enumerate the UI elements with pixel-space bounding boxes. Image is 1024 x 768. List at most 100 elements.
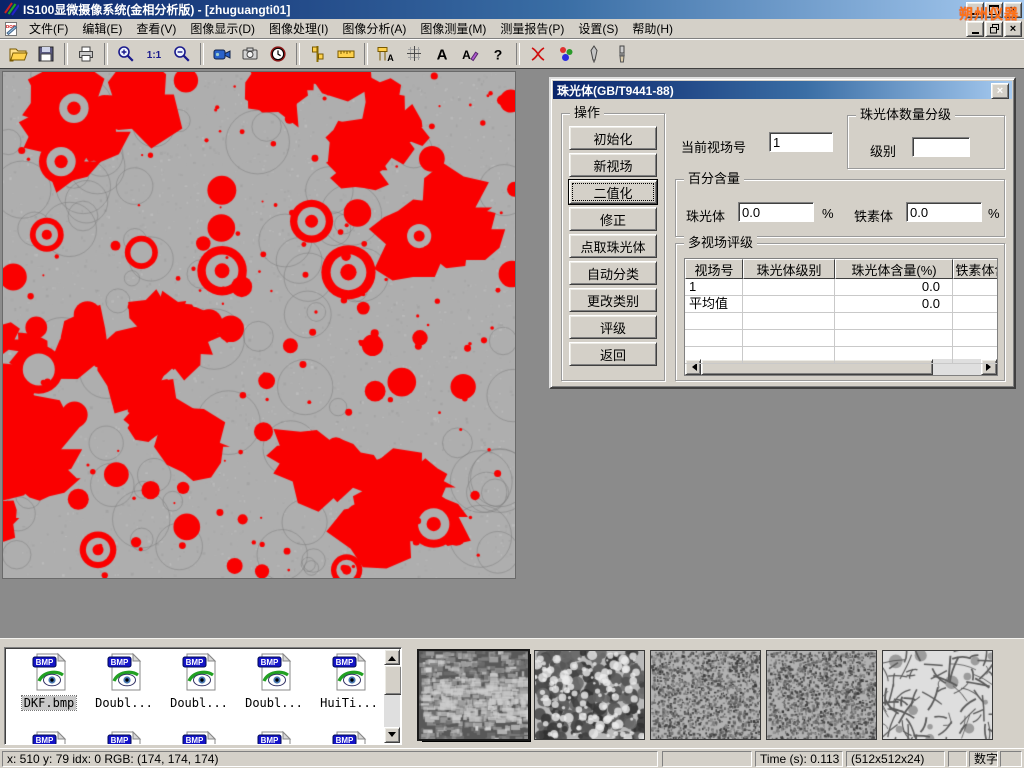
mdi-minimize-icon[interactable] xyxy=(966,21,984,37)
close-icon[interactable]: × xyxy=(1004,2,1022,18)
grid-icon xyxy=(404,44,424,64)
print-button[interactable] xyxy=(72,41,100,67)
file-item-1[interactable]: BMPDoubl... xyxy=(88,652,160,710)
file-item-partial[interactable]: BMP xyxy=(313,730,385,745)
bmp-file-icon: BMP xyxy=(178,652,220,692)
svg-text:BMP: BMP xyxy=(36,658,54,667)
text-a-button[interactable]: A xyxy=(428,41,456,67)
file-list[interactable]: BMPBMPBMPBMPBMPBMPHuiTi...BMPDoubl...BMP… xyxy=(4,647,402,745)
current-field-input[interactable] xyxy=(769,132,833,152)
minimize-icon[interactable] xyxy=(966,2,984,18)
menu-item-9[interactable]: 帮助(H) xyxy=(625,20,680,38)
status-mode: 数字 xyxy=(969,751,998,767)
scroll-up-icon[interactable] xyxy=(384,649,400,665)
save-button[interactable] xyxy=(32,41,60,67)
table-cell xyxy=(953,347,998,363)
file-item-0[interactable]: BMPDKF.bmp xyxy=(13,652,85,710)
menu-item-2[interactable]: 查看(V) xyxy=(129,20,183,38)
clock-button[interactable] xyxy=(264,41,292,67)
file-list-vscrollbar[interactable] xyxy=(384,649,400,743)
mdi-restore-icon[interactable] xyxy=(985,21,1003,37)
zoom-in-button[interactable] xyxy=(112,41,140,67)
photo-camera-button[interactable] xyxy=(236,41,264,67)
new-field-button[interactable]: 新视场 xyxy=(569,153,657,177)
thumbnail-0[interactable] xyxy=(419,651,528,739)
pick-pearlite-button[interactable]: 点取珠光体 xyxy=(569,234,657,258)
menu-item-6[interactable]: 图像测量(M) xyxy=(413,20,493,38)
video-camera-icon xyxy=(212,44,232,64)
menu-item-1[interactable]: 编辑(E) xyxy=(75,20,129,38)
table-cell xyxy=(743,296,835,312)
help-button[interactable]: ? xyxy=(484,41,512,67)
thumbnail-4[interactable] xyxy=(883,651,992,739)
level-input[interactable] xyxy=(912,137,970,157)
menu-item-3[interactable]: 图像显示(D) xyxy=(183,20,262,38)
file-item-3[interactable]: BMPDoubl... xyxy=(238,652,310,710)
thumbnail-2[interactable] xyxy=(651,651,760,739)
menu-item-7[interactable]: 测量报告(P) xyxy=(493,20,571,38)
menu-item-5[interactable]: 图像分析(A) xyxy=(335,20,413,38)
thumbnail-3[interactable] xyxy=(767,651,876,739)
text-edit-button[interactable]: A xyxy=(456,41,484,67)
measure-a-button[interactable]: A xyxy=(372,41,400,67)
initialize-button[interactable]: 初始化 xyxy=(569,126,657,150)
correct-button[interactable]: 修正 xyxy=(569,207,657,231)
brush-button[interactable] xyxy=(608,41,636,67)
dialog-title: 珠光体(GB/T9441-88) xyxy=(557,82,674,99)
zoom-out-button[interactable] xyxy=(168,41,196,67)
rate-button[interactable]: 评级 xyxy=(569,315,657,339)
file-item-2[interactable]: BMPDoubl... xyxy=(163,652,235,710)
table-cell: 平均值 xyxy=(685,296,743,312)
bmp-file-icon: BMP xyxy=(178,730,220,745)
metallograph-image[interactable] xyxy=(3,72,515,578)
auto-classify-button[interactable]: 自动分类 xyxy=(569,261,657,285)
toolbar-separator xyxy=(200,43,204,65)
video-camera-button[interactable] xyxy=(208,41,236,67)
open-folder-button[interactable] xyxy=(4,41,32,67)
table-row-1[interactable]: 平均值0.0 xyxy=(685,296,997,313)
file-item-partial[interactable]: BMP xyxy=(163,730,235,745)
pen-button[interactable] xyxy=(580,41,608,67)
save-icon xyxy=(36,44,56,64)
scroll-down-icon[interactable] xyxy=(384,727,400,743)
caliper-button[interactable] xyxy=(304,41,332,67)
menu-item-0[interactable]: 文件(F) xyxy=(22,20,75,38)
change-class-button[interactable]: 更改类别 xyxy=(569,288,657,312)
binarize-button[interactable]: 二值化 xyxy=(569,180,657,204)
document-icon[interactable]: DOC xyxy=(2,21,20,37)
clock-icon xyxy=(268,44,288,64)
curve-cut-icon xyxy=(528,44,548,64)
grading-group-label: 珠光体数量分级 xyxy=(856,108,955,122)
color-dots-button[interactable] xyxy=(552,41,580,67)
table-row-0[interactable]: 10.0 xyxy=(685,279,997,296)
grid-button[interactable] xyxy=(400,41,428,67)
measure-a-icon: A xyxy=(376,44,396,64)
file-item-partial[interactable]: BMP xyxy=(13,730,85,745)
dialog-close-icon[interactable]: × xyxy=(991,83,1009,99)
curve-cut-button[interactable] xyxy=(524,41,552,67)
dialog-titlebar[interactable]: 珠光体(GB/T9441-88) × xyxy=(553,81,1012,99)
file-item-4[interactable]: BMPHuiTi... xyxy=(313,652,385,710)
percent-group: 百分含量 珠光体 % 铁素体 % xyxy=(675,179,1005,237)
file-item-partial[interactable]: BMP xyxy=(88,730,160,745)
ruler-button[interactable] xyxy=(332,41,360,67)
table-cell xyxy=(835,313,953,329)
menu-item-8[interactable]: 设置(S) xyxy=(571,20,625,38)
thumbnail-1[interactable] xyxy=(535,651,644,739)
ferrite-percent-input[interactable] xyxy=(906,202,982,222)
bmp-file-icon: BMP xyxy=(103,730,145,745)
file-name: Doubl... xyxy=(93,696,155,710)
table-row-empty[interactable] xyxy=(685,347,997,364)
pearlite-percent-input[interactable] xyxy=(738,202,814,222)
actual-size-icon: 1:1 xyxy=(144,44,164,64)
return-button[interactable]: 返回 xyxy=(569,342,657,366)
table-row-empty[interactable] xyxy=(685,313,997,330)
titlebar[interactable]: IS100显微摄像系统(金相分析版) - [zhuguangti01] × xyxy=(0,0,1024,19)
mdi-close-icon[interactable]: × xyxy=(1004,21,1022,37)
file-item-partial[interactable]: BMP xyxy=(238,730,310,745)
maximize-icon[interactable] xyxy=(985,2,1003,18)
table-row-empty[interactable] xyxy=(685,330,997,347)
vscroll-thumb[interactable] xyxy=(384,665,402,695)
menu-item-4[interactable]: 图像处理(I) xyxy=(262,20,335,38)
actual-size-button[interactable]: 1:1 xyxy=(140,41,168,67)
